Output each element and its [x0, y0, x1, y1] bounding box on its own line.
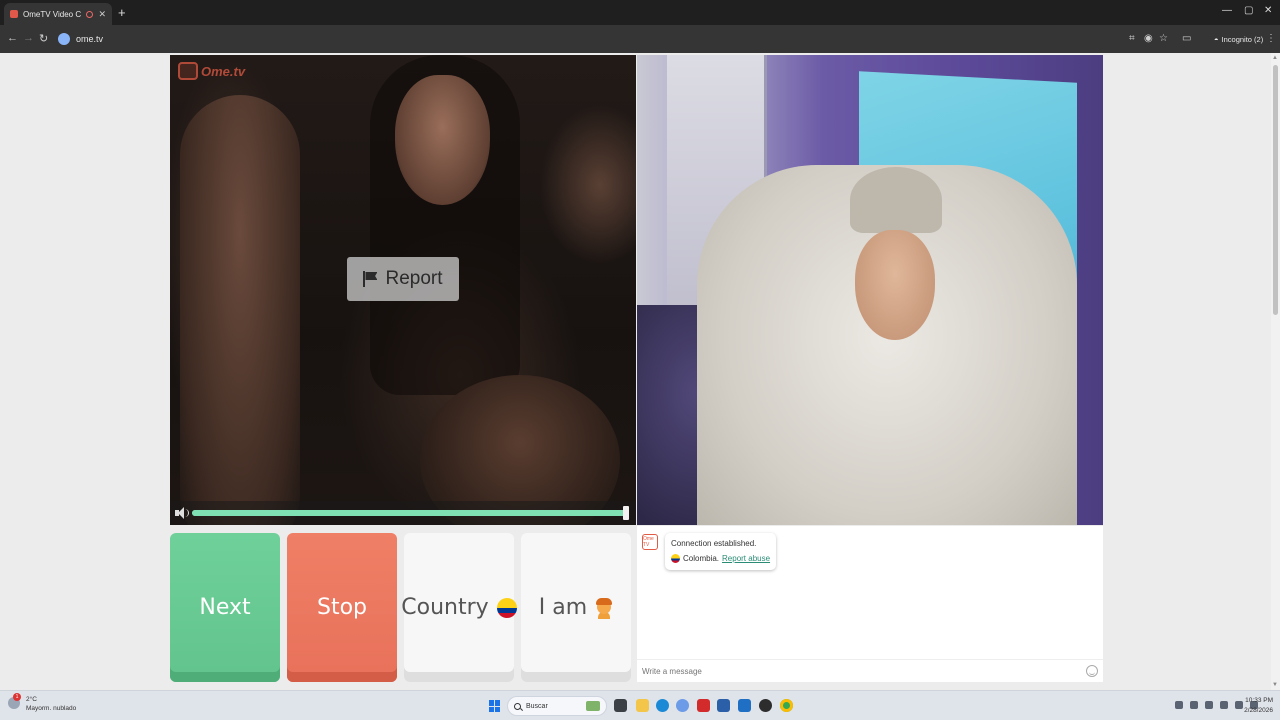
- tray-chevron-icon[interactable]: [1175, 701, 1183, 709]
- task-view-icon[interactable]: [614, 699, 627, 712]
- weather-icon: 1: [8, 693, 21, 709]
- tray-app-icon[interactable]: [1190, 701, 1198, 709]
- colombia-flag-icon: [496, 597, 517, 618]
- recorder-icon[interactable]: [759, 699, 772, 712]
- ometv-favicon-icon: [10, 10, 18, 18]
- system-message: Connection established. Colombia. Report…: [665, 533, 777, 570]
- message-input[interactable]: [642, 666, 1062, 676]
- stop-label: Stop: [316, 595, 367, 620]
- browser-toolbar: ← → ↻ ome.tv ⌗ ◉ ☆ ▭ ◓ Incognito (2) ⋮: [0, 25, 1280, 53]
- country-button[interactable]: Country: [401, 533, 517, 682]
- video-content: [855, 230, 935, 340]
- edge-icon[interactable]: [656, 699, 669, 712]
- chrome-icon[interactable]: [780, 699, 793, 712]
- forward-icon[interactable]: →: [23, 32, 34, 44]
- back-icon[interactable]: ←: [7, 32, 18, 44]
- report-abuse-link[interactable]: Report abuse: [722, 551, 770, 566]
- i-am-label: I am: [538, 595, 588, 620]
- country-name: Colombia.: [683, 554, 720, 563]
- report-button[interactable]: Report: [347, 257, 459, 301]
- flag-icon: [363, 271, 377, 287]
- search-icon: [514, 702, 521, 710]
- clock-time: 10:33 PM: [1245, 697, 1273, 704]
- bookmark-star-icon[interactable]: ☆: [1159, 33, 1168, 44]
- editor-icon[interactable]: [738, 699, 751, 712]
- tv-logo-icon: [178, 62, 198, 80]
- speaker-icon[interactable]: [175, 507, 189, 519]
- windows-taskbar: 1 2°C Mayorm. nublado Buscar 10:33 PM 2/…: [0, 690, 1280, 720]
- video-content: [850, 167, 942, 233]
- chat-panel: Ome TV Connection established. Colombia.…: [637, 526, 1103, 682]
- reload-icon[interactable]: ↻: [39, 32, 48, 45]
- i-am-button[interactable]: I am: [521, 533, 631, 682]
- tab-title: OmeTV Video Chat — Ome: [23, 9, 82, 19]
- windows-start-icon[interactable]: [489, 700, 501, 712]
- notification-badge: 1: [13, 693, 21, 701]
- video-content: [395, 75, 490, 205]
- menu-icon[interactable]: ⋮: [1266, 33, 1276, 44]
- tray-mic-icon[interactable]: [1205, 701, 1213, 709]
- file-explorer-icon[interactable]: [636, 699, 649, 712]
- app-l-icon[interactable]: [697, 699, 710, 712]
- ometv-chat-logo-icon: Ome TV: [642, 534, 658, 550]
- emoji-icon[interactable]: [1086, 665, 1098, 677]
- copilot-icon[interactable]: [676, 699, 689, 712]
- weather-temp: 2°C: [26, 696, 37, 703]
- report-label: Report: [385, 268, 443, 289]
- self-video: [637, 55, 1103, 525]
- next-button[interactable]: Next: [170, 533, 280, 682]
- minimize-button[interactable]: —: [1222, 5, 1232, 16]
- tracking-eye-icon[interactable]: ◉: [1144, 33, 1153, 44]
- store-icon[interactable]: [717, 699, 730, 712]
- maximize-button[interactable]: ▢: [1244, 5, 1253, 16]
- site-info-icon[interactable]: [58, 33, 70, 45]
- country-label: Country: [401, 595, 489, 620]
- next-label: Next: [199, 595, 251, 620]
- weather-desc: Mayorm. nublado: [26, 705, 77, 712]
- scroll-down-icon[interactable]: ▼: [1272, 682, 1278, 688]
- scroll-thumb[interactable]: [1273, 65, 1278, 315]
- browser-tab[interactable]: OmeTV Video Chat — Ome ✕: [4, 3, 112, 25]
- page-scrollbar[interactable]: ▲ ▼: [1271, 53, 1280, 690]
- side-panel-icon[interactable]: ▭: [1182, 33, 1191, 44]
- url-text: ome.tv: [76, 34, 104, 44]
- ometv-logo: Ome.tv: [178, 62, 245, 80]
- weather-widget[interactable]: 1 2°C Mayorm. nublado: [8, 693, 77, 713]
- search-label: Buscar: [526, 702, 548, 710]
- volume-handle[interactable]: [623, 506, 629, 520]
- tray-display-icon[interactable]: [1220, 701, 1228, 709]
- incognito-indicator[interactable]: ◓ Incognito (2): [1208, 31, 1269, 47]
- tab-close-button[interactable]: ✕: [98, 9, 106, 20]
- recording-indicator-icon: [86, 10, 94, 18]
- new-tab-button[interactable]: +: [118, 5, 126, 20]
- colombia-flag-icon: [671, 554, 680, 563]
- browser-tab-strip: OmeTV Video Chat — Ome ✕ + — ▢ ✕: [0, 0, 1280, 25]
- address-bar[interactable]: ome.tv: [54, 29, 1124, 49]
- scroll-up-icon[interactable]: ▲: [1272, 55, 1278, 61]
- taskbar-search[interactable]: Buscar: [507, 696, 607, 716]
- message-input-row: [637, 659, 1103, 682]
- connection-status-text: Connection established.: [671, 539, 757, 548]
- child-icon: [595, 597, 613, 619]
- incognito-icon: ◓: [1214, 34, 1219, 44]
- volume-slider[interactable]: [192, 510, 628, 516]
- video-content: [180, 95, 300, 525]
- close-window-button[interactable]: ✕: [1264, 5, 1272, 16]
- incognito-label: Incognito (2): [1221, 34, 1264, 44]
- logo-text: Ome.tv: [201, 63, 246, 79]
- search-highlight-icon: [586, 701, 600, 711]
- translate-icon[interactable]: ⌗: [1129, 33, 1135, 44]
- taskbar-clock[interactable]: 10:33 PM 2/28/2026: [1243, 696, 1273, 716]
- volume-control: [170, 501, 636, 525]
- volume-fill: [192, 510, 628, 516]
- clock-date: 2/28/2026: [1244, 707, 1273, 714]
- stop-button[interactable]: Stop: [287, 533, 397, 682]
- wifi-icon[interactable]: [1235, 701, 1243, 709]
